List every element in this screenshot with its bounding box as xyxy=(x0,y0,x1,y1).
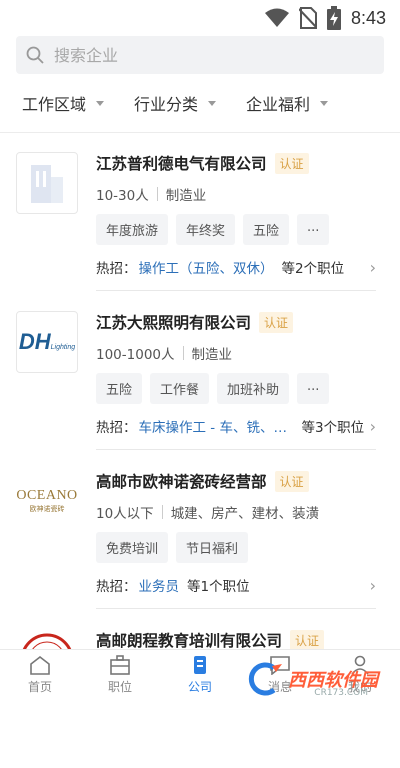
company-size: 10人以下 xyxy=(96,506,154,522)
logo-text-main: OCEANO xyxy=(16,488,78,503)
benefit-tag: 年度旅游 xyxy=(96,214,169,245)
chevron-right-icon[interactable]: › xyxy=(370,417,376,436)
filter-work-area[interactable]: 工作区域 xyxy=(22,91,105,115)
company-name: 江苏大熙照明有限公司 xyxy=(96,314,252,332)
benefit-tags: 五险 工作餐 加班补助 ... xyxy=(96,373,376,404)
search-icon xyxy=(26,46,44,64)
company-info: 高邮市欧神诺瓷砖经营部 认证 10人以下 城建、房产、建材、装潢 免费培训 节日… xyxy=(96,470,376,609)
company-logo: DH Lighting xyxy=(16,311,78,373)
building-placeholder-icon xyxy=(31,165,63,203)
verified-badge: 认证 xyxy=(259,311,294,333)
verified-badge: 认证 xyxy=(274,152,309,174)
hot-job-link[interactable]: 车床操作工 - 车、铣、刨... xyxy=(139,416,294,436)
chevron-down-icon xyxy=(320,100,329,106)
benefit-tags: 免费培训 节日福利 xyxy=(96,532,376,563)
hot-job-count: 等1个职位 xyxy=(187,579,250,595)
chevron-down-icon xyxy=(208,100,217,106)
company-industry: 城建、房产、建材、装潢 xyxy=(170,506,320,522)
hot-jobs-row[interactable]: 热招： 业务员 等1个职位 › xyxy=(96,575,376,596)
benefit-tag-more: ... xyxy=(297,214,330,245)
company-size: 10-30人 xyxy=(96,188,149,204)
company-icon xyxy=(194,656,206,674)
wifi-icon xyxy=(264,8,289,27)
battery-charging-icon xyxy=(326,6,341,30)
company-name: 江苏普利德电气有限公司 xyxy=(96,155,267,173)
tab-home[interactable]: 首页 xyxy=(0,650,80,700)
search-section xyxy=(0,36,400,74)
company-info: 江苏普利德电气有限公司 认证 10-30人 制造业 年度旅游 年终奖 五险 ..… xyxy=(96,152,376,291)
hot-job-link[interactable]: 业务员 xyxy=(139,575,180,595)
hot-label: 热招： xyxy=(96,261,137,277)
logo-text-sub: 欧神诺瓷砖 xyxy=(29,505,65,513)
divider xyxy=(156,187,158,201)
company-card[interactable]: 江苏普利德电气有限公司 认证 10-30人 制造业 年度旅游 年终奖 五险 ..… xyxy=(0,132,400,291)
benefit-tag: 加班补助 xyxy=(217,373,290,404)
filter-label: 企业福利 xyxy=(246,95,311,114)
company-size: 100-1000人 xyxy=(96,347,175,363)
benefit-tag: 工作餐 xyxy=(150,373,210,404)
hot-label: 热招： xyxy=(96,579,137,595)
hot-job-count: 等3个职位 xyxy=(301,420,365,436)
hot-label: 热招： xyxy=(96,420,137,436)
tab-jobs[interactable]: 职位 xyxy=(80,650,160,700)
filter-label: 行业分类 xyxy=(134,95,199,114)
search-input[interactable] xyxy=(52,44,356,66)
company-industry: 制造业 xyxy=(191,347,233,363)
status-bar: 8:43 xyxy=(0,0,400,36)
filter-label: 工作区域 xyxy=(22,95,87,114)
benefit-tag: 节日福利 xyxy=(176,532,249,563)
benefit-tags: 年度旅游 年终奖 五险 ... xyxy=(96,214,376,245)
company-card[interactable]: OCEANO 欧神诺瓷砖 高邮市欧神诺瓷砖经营部 认证 10人以下 城建、房产、… xyxy=(0,450,400,609)
tab-label: 职位 xyxy=(107,680,132,694)
benefit-tag: 五险 xyxy=(243,214,290,245)
tab-company[interactable]: 公司 xyxy=(160,650,240,700)
home-icon xyxy=(30,655,50,675)
watermark-url: CR173.COM xyxy=(314,688,368,698)
company-name: 高邮朗程教育培训有限公司 xyxy=(96,632,283,650)
tab-label: 公司 xyxy=(187,680,212,694)
company-meta: 10-30人 制造业 xyxy=(96,184,376,204)
company-meta: 10人以下 城建、房产、建材、装潢 xyxy=(96,502,376,522)
briefcase-icon xyxy=(110,655,130,675)
company-logo xyxy=(16,152,78,214)
chevron-right-icon[interactable]: › xyxy=(370,576,376,595)
divider xyxy=(182,346,184,360)
company-card[interactable]: DH Lighting 江苏大熙照明有限公司 认证 100-1000人 制造业 … xyxy=(0,291,400,450)
benefit-tag-more: ... xyxy=(297,373,330,404)
hot-job-count: 等2个职位 xyxy=(281,261,345,277)
hot-jobs-row[interactable]: 热招： 操作工（五险、双休） 等2个职位 › xyxy=(96,257,376,278)
chevron-down-icon xyxy=(96,100,105,106)
filter-benefits[interactable]: 企业福利 xyxy=(246,91,329,115)
divider xyxy=(161,505,163,519)
filter-industry[interactable]: 行业分类 xyxy=(134,91,217,115)
verified-badge: 认证 xyxy=(290,629,325,651)
company-info: 江苏大熙照明有限公司 认证 100-1000人 制造业 五险 工作餐 加班补助 … xyxy=(96,311,376,450)
hot-job-link[interactable]: 操作工（五险、双休） xyxy=(139,257,274,277)
company-logo: OCEANO 欧神诺瓷砖 xyxy=(16,470,78,532)
verified-badge: 认证 xyxy=(274,470,309,492)
filter-bar: 工作区域 行业分类 企业福利 xyxy=(0,74,400,133)
company-industry: 制造业 xyxy=(165,188,207,204)
logo-text-main: DH xyxy=(18,329,51,354)
benefit-tag: 免费培训 xyxy=(96,532,169,563)
benefit-tag: 年终奖 xyxy=(176,214,236,245)
company-name: 高邮市欧神诺瓷砖经营部 xyxy=(96,473,267,491)
watermark-logo-icon xyxy=(248,662,282,696)
watermark: 西西软件园 CR173.COM xyxy=(244,662,378,698)
tab-label: 首页 xyxy=(27,680,52,694)
chevron-right-icon[interactable]: › xyxy=(370,258,376,277)
logo-text-sub: Lighting xyxy=(50,344,76,351)
search-bar[interactable] xyxy=(16,36,384,74)
no-sim-icon xyxy=(298,7,317,29)
status-time: 8:43 xyxy=(350,7,386,28)
benefit-tag: 五险 xyxy=(96,373,143,404)
company-meta: 100-1000人 制造业 xyxy=(96,343,376,363)
hot-jobs-row[interactable]: 热招： 车床操作工 - 车、铣、刨... 等3个职位 › xyxy=(96,416,376,437)
